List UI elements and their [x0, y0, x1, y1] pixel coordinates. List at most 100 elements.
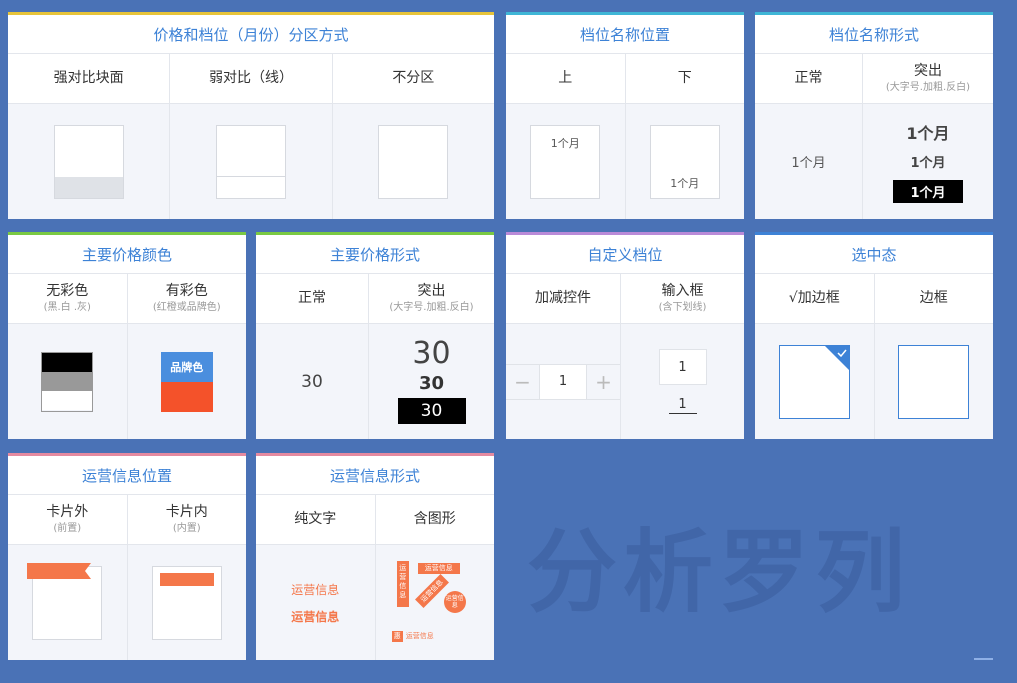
col-label: 突出	[914, 63, 942, 80]
card-partition: 价格和档位（月份）分区方式 强对比块面 弱对比（线） 不分区	[8, 12, 494, 219]
ribbon-tag: 运营信息	[417, 562, 460, 574]
card-title: 选中态	[755, 235, 993, 274]
stepper-value[interactable]: 1	[539, 364, 587, 399]
col-label: 正常	[298, 290, 326, 307]
ribbon-tag-text: 运营信息	[424, 563, 453, 572]
sample-normal: 30	[301, 371, 323, 392]
sample-normal: 1个月	[791, 156, 826, 171]
sample-block-top: 1个月	[530, 124, 601, 199]
col-label: 不分区	[392, 70, 435, 87]
circle-tag-text: 运营信息	[445, 594, 464, 609]
sample-bold: 1个月	[910, 156, 946, 171]
card-title: 档位名称形式	[755, 15, 993, 54]
vertical-tag-text: 运营信息	[399, 563, 407, 599]
card-name-form: 档位名称形式 正常 1个月 突出 (大字号.加粗.反白) 1个月 1个月 1个月	[755, 12, 993, 219]
card-price-form: 主要价格形式 正常 30 突出 (大字号.加粗.反白) 30 30 30	[256, 232, 494, 439]
underline-input[interactable]: 1	[668, 397, 697, 414]
selected-card-sample[interactable]	[778, 344, 850, 419]
brand-text: 品牌色	[170, 360, 204, 374]
col-label: 输入框	[661, 283, 704, 300]
col-label: 无彩色	[46, 283, 89, 300]
col-label: 卡片内	[165, 504, 208, 521]
col-label: 含图形	[413, 511, 456, 528]
sample-inverse: 30	[397, 398, 466, 424]
graphic-tags-cluster: 运营信息 运营信息 运营信息 运营信息 惠 运营信息	[390, 560, 480, 645]
circle-tag: 运营信息	[443, 590, 466, 613]
ops-text-bold: 运营信息	[291, 609, 340, 624]
swatch-brand: 品牌色	[160, 351, 213, 382]
input-box-value: 1	[678, 359, 687, 375]
col-sublabel: (前置)	[53, 522, 82, 534]
col-sublabel: (大字号.加粗.反白)	[389, 301, 474, 313]
bordered-card-sample[interactable]	[898, 344, 970, 419]
sample-large: 30	[412, 336, 451, 371]
sample-block-strong	[53, 124, 124, 199]
card-price-color: 主要价格颜色 无彩色 (黑.白 .灰) 有彩色 (红橙或品牌色) 品牌色	[8, 232, 246, 439]
badge-text: 运营信息	[405, 632, 434, 640]
col-sublabel: (大字号.加粗.反白)	[885, 81, 971, 93]
swatch-white	[42, 391, 93, 411]
swatch-orange	[160, 381, 213, 412]
ops-text-normal: 运营信息	[291, 582, 340, 597]
card-custom-tier: 自定义档位 加减控件 − 1 + 输入框 (含下划线) 1 1	[506, 232, 744, 439]
achromatic-swatch	[41, 351, 94, 412]
col-label: 下	[677, 70, 692, 87]
col-sublabel: (含下划线)	[658, 301, 707, 313]
sample-block-bottom: 1个月	[649, 124, 720, 199]
ribbon-tag-icon	[27, 562, 92, 579]
col-label: 边框	[919, 290, 948, 307]
minus-button[interactable]: −	[506, 365, 539, 399]
card-title: 运营信息形式	[256, 456, 494, 495]
card-outside-sample	[27, 562, 103, 640]
sample-text: 1个月	[670, 176, 700, 190]
col-label: 加减控件	[535, 290, 591, 307]
plus-button[interactable]: +	[587, 365, 620, 399]
col-label: √加边框	[788, 290, 840, 307]
card-selected-state: 选中态 √加边框 边框	[755, 232, 993, 439]
card-inside-sample	[151, 565, 222, 640]
card-title: 主要价格颜色	[8, 235, 246, 274]
inner-tag-icon	[159, 572, 214, 586]
card-title: 自定义档位	[506, 235, 744, 274]
plus-icon: +	[595, 369, 612, 394]
vertical-tag: 运营信息	[396, 560, 409, 607]
card-name-position: 档位名称位置 上 1个月 下 1个月	[506, 12, 744, 219]
checkmark-icon	[837, 349, 847, 357]
col-label: 正常	[794, 70, 823, 87]
col-label: 有彩色	[165, 283, 208, 300]
swatch-gray	[42, 371, 93, 392]
card-ops-form: 运营信息形式 纯文字 运营信息 运营信息 含图形 运营信息 运营信息 运营信息 …	[256, 453, 494, 660]
quantity-stepper[interactable]: − 1 +	[506, 363, 620, 400]
chromatic-swatch: 品牌色	[160, 351, 213, 412]
sample-inverse: 1个月	[893, 180, 963, 203]
col-label: 上	[558, 70, 573, 87]
card-title: 档位名称位置	[506, 15, 744, 54]
col-sublabel: (红橙或品牌色)	[152, 301, 221, 313]
input-box[interactable]: 1	[658, 349, 707, 385]
col-label: 纯文字	[294, 511, 337, 528]
sample-bold: 30	[418, 373, 445, 394]
badge-tag: 惠 运营信息	[391, 630, 434, 642]
card-title: 运营信息位置	[8, 456, 246, 495]
col-label: 突出	[417, 283, 446, 300]
sample-block-none	[378, 124, 449, 199]
watermark-text: 分析罗列	[527, 520, 911, 625]
page-indicator[interactable]	[974, 658, 993, 660]
card-title: 主要价格形式	[256, 235, 494, 274]
stepper-value-text: 1	[558, 374, 568, 389]
col-label: 弱对比（线）	[208, 70, 293, 87]
swatch-black	[42, 352, 93, 372]
sample-block-line	[215, 124, 286, 199]
badge-icon: 惠	[391, 630, 403, 642]
card-title: 价格和档位（月份）分区方式	[8, 15, 494, 54]
diagonal-tag-text: 运营信息	[419, 577, 445, 604]
minus-icon: −	[514, 369, 531, 394]
col-sublabel: (黑.白 .灰)	[43, 301, 91, 313]
col-label: 强对比块面	[53, 70, 124, 87]
col-label: 卡片外	[46, 504, 89, 521]
sample-large: 1个月	[906, 124, 950, 143]
col-sublabel: (内置)	[172, 522, 201, 534]
card-ops-position: 运营信息位置 卡片外 (前置) 卡片内 (内置)	[8, 453, 246, 660]
underline-input-value: 1	[678, 397, 687, 412]
sample-text: 1个月	[550, 136, 580, 150]
